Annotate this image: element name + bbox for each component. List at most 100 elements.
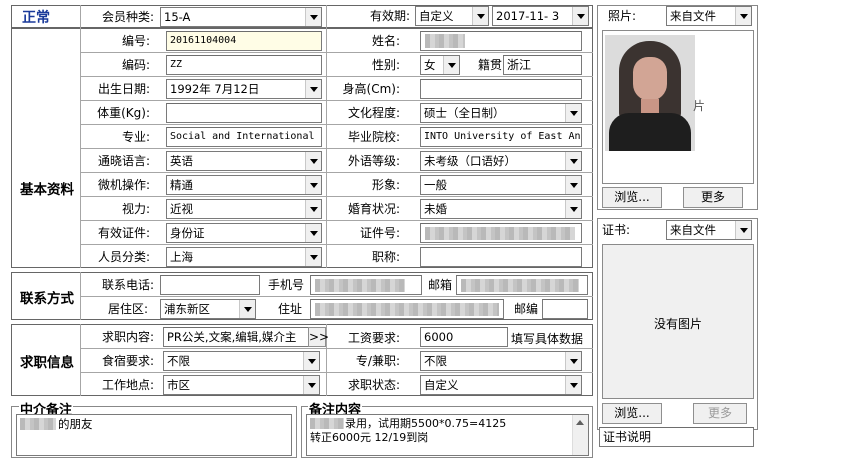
agency-note-textarea[interactable]: 的朋友 — [16, 414, 292, 456]
contact-section-label: 联系方式 — [20, 291, 74, 307]
id-type-label: 有效证件: — [97, 226, 150, 240]
chevron-down-icon[interactable] — [572, 7, 588, 25]
district-select[interactable]: 浦东新区 — [160, 299, 256, 319]
address-label: 住址 — [277, 302, 302, 316]
chevron-down-icon[interactable] — [305, 8, 321, 26]
redacted-remark — [310, 418, 344, 429]
chevron-down-icon[interactable] — [305, 152, 321, 170]
education-select[interactable]: 硕士（全日制） — [420, 103, 582, 123]
chevron-down-icon[interactable] — [305, 80, 321, 98]
photo-label: 照片: — [608, 9, 637, 23]
chevron-down-icon[interactable] — [565, 200, 581, 218]
redacted-note — [20, 418, 56, 430]
photo-more-button[interactable]: 更多 — [683, 187, 743, 208]
language-select[interactable]: 英语 — [166, 151, 322, 171]
phone-input[interactable] — [160, 275, 260, 295]
photo-browse-button[interactable]: 浏览... — [602, 187, 662, 208]
major-input[interactable]: Social and International S — [166, 127, 322, 147]
chevron-down-icon[interactable] — [305, 176, 321, 194]
name-input[interactable] — [420, 31, 582, 51]
chevron-down-icon[interactable] — [565, 152, 581, 170]
certificate-image-frame: 没有图片 — [602, 244, 754, 399]
address-input[interactable] — [310, 299, 504, 319]
title-input[interactable] — [420, 247, 582, 267]
id-number-label: 证件号: — [359, 226, 400, 240]
photo-image — [605, 35, 695, 151]
height-input[interactable] — [420, 79, 582, 99]
chevron-down-icon[interactable] — [565, 176, 581, 194]
code-input[interactable]: ZZ — [166, 55, 322, 75]
appearance-select[interactable]: 一般 — [420, 175, 582, 195]
chevron-down-icon[interactable] — [735, 7, 751, 25]
native-place-input[interactable]: 浙江 — [503, 55, 582, 75]
id-type-select[interactable]: 身份证 — [166, 223, 322, 243]
chevron-down-icon[interactable] — [305, 224, 321, 242]
row-divider — [80, 124, 593, 125]
validity-value: 自定义 — [419, 9, 454, 23]
chevron-down-icon[interactable] — [303, 352, 319, 370]
computer-select[interactable]: 精通 — [166, 175, 322, 195]
marital-select[interactable]: 未婚 — [420, 199, 582, 219]
chevron-down-icon[interactable] — [472, 7, 488, 25]
eyesight-select[interactable]: 近视 — [166, 199, 322, 219]
mobile-input[interactable] — [310, 275, 422, 295]
weight-input[interactable] — [166, 103, 322, 123]
salary-input[interactable]: 6000 — [420, 327, 508, 347]
scroll-up-icon[interactable] — [576, 420, 584, 425]
id-number-input[interactable] — [420, 223, 582, 243]
chevron-down-icon[interactable] — [305, 248, 321, 266]
category-select[interactable]: 上海 — [166, 247, 322, 267]
height-label: 身高(Cm): — [342, 82, 400, 96]
chevron-down-icon[interactable] — [443, 56, 459, 74]
job-content-label: 求职内容: — [101, 330, 154, 344]
certificate-more-button[interactable]: 更多 — [693, 403, 747, 424]
salary-label: 工资要求: — [347, 331, 400, 345]
school-input[interactable]: INTO University of East An — [420, 127, 582, 147]
certificate-description-input[interactable]: 证书说明 — [599, 427, 754, 447]
number-input[interactable]: 20161104004 — [166, 31, 322, 51]
gender-select[interactable]: 女 — [420, 55, 460, 75]
job-content-input[interactable]: PR公关,文案,编辑,媒介主 — [163, 327, 309, 347]
job-status-select[interactable]: 自定义 — [420, 375, 582, 395]
education-label: 文化程度: — [347, 106, 400, 120]
chevron-down-icon[interactable] — [565, 104, 581, 122]
divider — [80, 324, 81, 396]
email-input[interactable] — [456, 275, 588, 295]
category-value: 上海 — [170, 250, 193, 264]
location-value: 市区 — [167, 378, 190, 392]
salary-hint: 填写具体数据 — [511, 332, 584, 346]
parttime-select[interactable]: 不限 — [420, 351, 582, 371]
row-divider — [80, 148, 593, 149]
zip-input[interactable] — [542, 299, 588, 319]
birth-date-picker[interactable]: 1992年 7月12日 — [166, 79, 322, 99]
foreign-level-value: 未考级（口语好） — [424, 154, 516, 168]
foreign-level-select[interactable]: 未考级（口语好） — [420, 151, 582, 171]
redacted-name — [425, 34, 465, 48]
certificate-source-select[interactable]: 来自文件 — [666, 220, 752, 240]
job-content-expand-button[interactable]: >> — [308, 327, 329, 347]
chevron-down-icon[interactable] — [565, 352, 581, 370]
validity-date-picker[interactable]: 2017-11- 3 — [492, 6, 589, 26]
board-select[interactable]: 不限 — [163, 351, 320, 371]
chevron-down-icon[interactable] — [305, 200, 321, 218]
certificate-browse-button[interactable]: 浏览... — [602, 403, 662, 424]
agency-note-text: 的朋友 — [58, 417, 93, 431]
parttime-value: 不限 — [424, 354, 447, 368]
divider — [326, 5, 327, 28]
chevron-down-icon[interactable] — [303, 376, 319, 394]
chevron-down-icon[interactable] — [565, 376, 581, 394]
remark-textarea[interactable]: 录用，试用期5500*0.75=4125 转正6000元 12/19到岗 — [306, 414, 589, 456]
photo-source-select[interactable]: 来自文件 — [666, 6, 752, 26]
certificate-source-value: 来自文件 — [670, 223, 716, 237]
member-type-select[interactable]: 15-A — [160, 7, 322, 27]
district-label: 居住区: — [107, 302, 148, 316]
row-divider — [80, 196, 593, 197]
photo-shoulders — [609, 113, 691, 151]
validity-select[interactable]: 自定义 — [415, 6, 489, 26]
chevron-down-icon[interactable] — [239, 300, 255, 318]
location-select[interactable]: 市区 — [163, 375, 320, 395]
chevron-down-icon[interactable] — [735, 221, 751, 239]
zip-label: 邮编 — [513, 302, 538, 316]
appearance-label: 形象: — [371, 178, 400, 192]
photo-source-value: 来自文件 — [670, 9, 716, 23]
